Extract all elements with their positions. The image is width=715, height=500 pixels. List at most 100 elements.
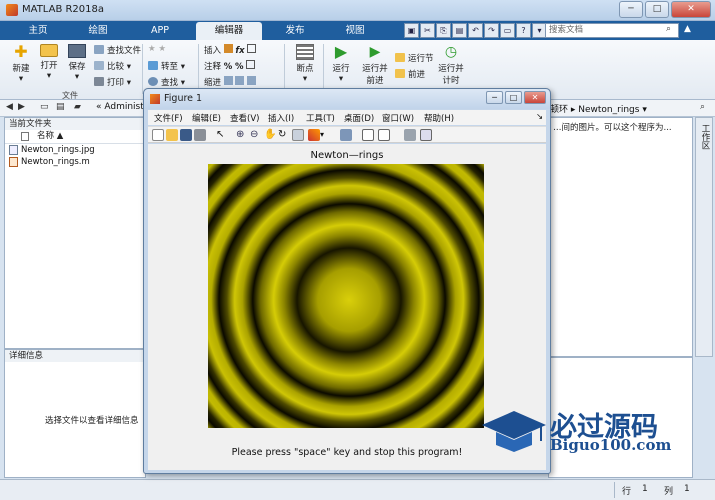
advance-button[interactable]: 前进 — [395, 68, 425, 80]
close-button[interactable]: ✕ — [671, 1, 711, 18]
tab-plots[interactable]: 绘图 — [78, 22, 118, 40]
forward-arrow-icon[interactable]: ▶ — [18, 102, 25, 112]
newton-rings-svg — [208, 164, 484, 428]
undo-icon[interactable]: ↶ — [468, 23, 483, 38]
find-label: 查找 — [161, 78, 179, 88]
graduation-cap-icon — [482, 411, 546, 452]
minimize-button[interactable]: ─ — [619, 1, 643, 18]
save-icon[interactable]: ▣ — [404, 23, 419, 38]
paste-icon[interactable]: ▤ — [452, 23, 467, 38]
compare-label: 比较 — [107, 62, 125, 72]
menu-edit[interactable]: 编辑(E) — [192, 112, 221, 124]
run-time-button[interactable]: ◷ 运行并 计时 — [436, 44, 466, 86]
link-plot-icon[interactable] — [340, 129, 352, 141]
colorbar-icon[interactable] — [362, 129, 374, 141]
search-folder-icon[interactable]: ⌕ — [700, 102, 705, 112]
brush-icon[interactable] — [308, 129, 320, 141]
name-column-header[interactable]: 名称 ▲ — [5, 130, 145, 144]
browse-folder-icon[interactable]: ▤ — [56, 102, 65, 112]
notification-icon[interactable]: ▲ — [684, 24, 691, 34]
editor-panel[interactable]: …间的图片。可以这个程序为... — [548, 117, 693, 357]
tab-apps[interactable]: APP — [140, 22, 180, 40]
file-name: Newton_rings.m — [21, 157, 90, 167]
tab-editor[interactable]: 编辑器 — [196, 22, 262, 40]
figure-toolbar: ↖ ⊕ ⊖ ✋ ↻ ▾ — [148, 126, 546, 143]
new-button[interactable]: ✚ 新建 ▾ — [8, 44, 34, 85]
editor-text: …间的图片。可以这个程序为... — [553, 123, 672, 133]
folder-icon — [40, 44, 58, 57]
list-item[interactable]: Newton_rings.jpg — [5, 144, 145, 156]
pointer-icon[interactable]: ↖ — [216, 129, 228, 141]
show-plot-tools-icon[interactable] — [420, 129, 432, 141]
figure-title-bar[interactable]: Figure 1 ─ □ ✕ — [144, 89, 550, 109]
indent-button[interactable]: 缩进 — [204, 76, 257, 88]
tab-view[interactable]: 视图 — [335, 22, 375, 40]
new-figure-icon[interactable] — [152, 129, 164, 141]
zoom-out-icon[interactable]: ⊖ — [250, 129, 262, 141]
compare-button[interactable]: 比较 ▾ — [94, 60, 131, 72]
percent-icon: % — [223, 62, 233, 72]
col-label: 列 — [664, 487, 674, 497]
back-arrow-icon[interactable]: ◀ — [6, 102, 13, 112]
printer-icon — [94, 77, 104, 86]
breakpoints-button[interactable]: 断点 ▾ — [290, 44, 320, 84]
menu-dock-icon[interactable]: ↘ — [536, 112, 543, 122]
goto-icon — [148, 61, 158, 70]
print-figure-icon[interactable] — [194, 129, 206, 141]
redo-icon[interactable]: ↷ — [484, 23, 499, 38]
folder-icon: ▰ — [74, 102, 81, 112]
zoom-in-icon[interactable]: ⊕ — [236, 129, 248, 141]
stopwatch-icon: ◷ — [444, 44, 458, 60]
menu-help[interactable]: 帮助(H) — [424, 112, 454, 124]
hide-plot-tools-icon[interactable] — [404, 129, 416, 141]
figure-minimize-button[interactable]: ─ — [486, 91, 503, 104]
menu-tools[interactable]: 工具(T) — [306, 112, 335, 124]
open-file-icon[interactable] — [166, 129, 178, 141]
current-folder-panel: 当前文件夹 名称 ▲ Newton_rings.jpg Newton_rings… — [4, 117, 146, 349]
open-button[interactable]: 打开 ▾ — [36, 44, 62, 81]
data-cursor-icon[interactable] — [292, 129, 304, 141]
find-files-icon — [94, 45, 104, 54]
run-section-button[interactable]: 运行节 — [395, 52, 434, 64]
menu-insert[interactable]: 插入(I) — [268, 112, 294, 124]
copy-icon[interactable]: ⎘ — [436, 23, 451, 38]
rotate-3d-icon[interactable]: ↻ — [278, 129, 290, 141]
menu-desktop[interactable]: 桌面(D) — [344, 112, 374, 124]
help-icon[interactable]: ? — [516, 23, 531, 38]
search-icon[interactable]: ⌕ — [666, 24, 671, 34]
find-button[interactable]: 查找 ▾ — [148, 76, 185, 88]
menu-window[interactable]: 窗口(W) — [382, 112, 414, 124]
run-button[interactable]: ▶ 运行 ▾ — [328, 44, 354, 85]
cut-icon[interactable]: ✂ — [420, 23, 435, 38]
figure-maximize-button[interactable]: □ — [505, 91, 522, 104]
switch-window-icon[interactable]: ▭ — [500, 23, 515, 38]
save-button[interactable]: 保存 ▾ — [64, 44, 90, 82]
figure-icon — [150, 94, 160, 104]
insert-button[interactable]: 插入 fx — [204, 44, 257, 56]
newton-rings-image — [208, 164, 484, 428]
brush-dropdown-icon[interactable]: ▾ — [320, 129, 332, 141]
advance-icon — [395, 69, 405, 78]
workspace-tab[interactable]: 工作区 — [695, 117, 713, 357]
tab-publish[interactable]: 发布 — [275, 22, 315, 40]
tab-home[interactable]: 主页 — [18, 22, 58, 40]
menu-view[interactable]: 查看(V) — [230, 112, 259, 124]
comment-button[interactable]: 注释 % % — [204, 60, 256, 72]
workspace-tab-label: 工作区 — [700, 124, 710, 150]
menu-file[interactable]: 文件(F) — [154, 112, 183, 124]
up-folder-icon[interactable]: ▭ — [40, 102, 49, 112]
goto-button[interactable]: 转至 ▾ — [148, 60, 185, 72]
find-files-button[interactable]: 查找文件 — [94, 44, 141, 56]
legend-icon[interactable] — [378, 129, 390, 141]
search-input[interactable]: 搜索文档 — [545, 23, 679, 38]
save-figure-icon[interactable] — [180, 129, 192, 141]
maximize-button[interactable]: □ — [645, 1, 669, 18]
m-file-icon — [9, 157, 18, 167]
details-panel: 详细信息 选择文件以查看详细信息 — [4, 349, 146, 478]
pan-hand-icon[interactable]: ✋ — [264, 129, 276, 141]
print-button[interactable]: 打印 ▾ — [94, 76, 131, 88]
figure-close-button[interactable]: ✕ — [524, 91, 546, 104]
list-item[interactable]: Newton_rings.m — [5, 156, 145, 168]
new-label: 新建 — [12, 64, 30, 74]
run-advance-button[interactable]: ▶ 运行并 前进 — [358, 44, 392, 86]
